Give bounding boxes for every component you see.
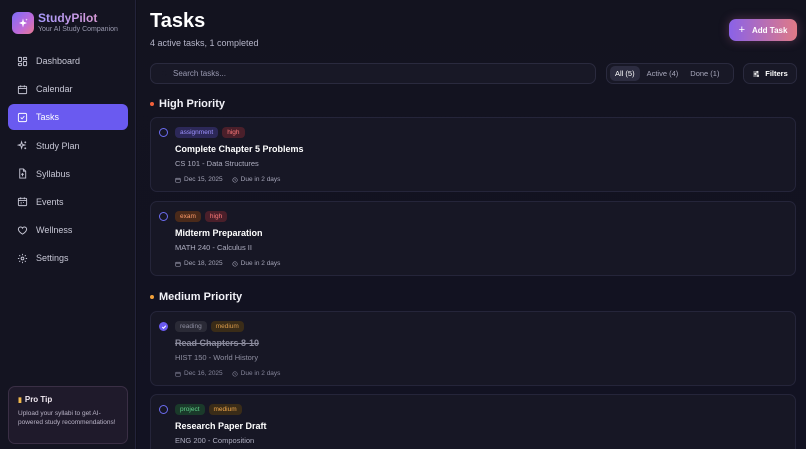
filters-label: Filters (765, 69, 788, 78)
task-course: CS 101 - Data Structures (175, 159, 259, 168)
pro-tip-title: Pro Tip (24, 395, 53, 404)
main-content: Tasks 4 active tasks, 1 completed + Add … (137, 0, 806, 449)
sidebar-item-label: Dashboard (36, 56, 81, 66)
calendar-icon (175, 261, 181, 267)
priority-badge: high (204, 211, 228, 222)
calendar-event-icon (17, 196, 28, 207)
search-icon (161, 70, 168, 77)
sidebar: StudyPilot Your AI Study Companion Dashb… (0, 0, 136, 449)
task-card[interactable]: exam high Midterm Preparation MATH 240 -… (150, 201, 796, 276)
pro-tip-card: ▮ Pro Tip Upload your syllabi to get AI-… (8, 386, 128, 444)
task-course: ENG 200 - Composition (175, 436, 255, 445)
sidebar-item-label: Calendar (36, 84, 73, 95)
task-checkbox[interactable] (159, 405, 168, 414)
sparkles-icon (17, 140, 28, 151)
search-bar (150, 63, 596, 84)
sidebar-nav: Dashboard Calendar Tasks Study Plan Syll… (8, 48, 128, 274)
checkmark-icon (161, 324, 166, 329)
gear-icon (17, 253, 28, 264)
task-card[interactable]: project medium Research Paper Draft ENG … (150, 394, 796, 449)
section-high-priority: High Priority (150, 98, 225, 110)
tab-active[interactable]: Active (4) (642, 66, 684, 81)
priority-dot-icon (150, 295, 154, 299)
sidebar-item-label: Settings (36, 253, 69, 264)
section-medium-priority: Medium Priority (150, 291, 242, 303)
lightbulb-icon: ▮ (18, 396, 22, 404)
sidebar-item-syllabus[interactable]: Syllabus (8, 161, 128, 187)
sidebar-item-label: Wellness (36, 225, 73, 236)
sliders-icon (753, 70, 760, 77)
task-date: Dec 18, 2025 (184, 260, 223, 267)
document-upload-icon (17, 168, 28, 179)
sidebar-item-events[interactable]: Events (8, 189, 128, 215)
dashboard-icon (17, 56, 28, 67)
page-subtitle: 4 active tasks, 1 completed (150, 38, 259, 48)
calendar-icon (175, 177, 181, 183)
task-due: Due in 2 days (240, 176, 281, 183)
clock-icon (232, 176, 238, 183)
sidebar-item-label: Study Plan (36, 140, 80, 151)
sidebar-item-tasks[interactable]: Tasks (8, 104, 128, 131)
task-title: Research Paper Draft (175, 421, 267, 431)
clock-icon (232, 260, 238, 267)
sidebar-item-label: Tasks (36, 112, 60, 123)
calendar-icon (17, 84, 28, 95)
task-due: Due in 2 days (240, 370, 281, 377)
filters-button[interactable]: Filters (743, 63, 797, 84)
task-checkbox[interactable] (159, 128, 168, 137)
priority-dot-icon (150, 102, 154, 106)
sidebar-item-label: Events (36, 196, 64, 207)
task-title: Midterm Preparation (175, 228, 263, 238)
sidebar-item-label: Syllabus (36, 168, 71, 179)
tasks-check-icon (17, 112, 28, 123)
task-checkbox-checked[interactable] (159, 322, 168, 331)
sidebar-item-study-plan[interactable]: Study Plan (8, 133, 128, 159)
sparkles-logo-icon (12, 12, 34, 34)
sidebar-item-calendar[interactable]: Calendar (8, 76, 128, 102)
sidebar-item-settings[interactable]: Settings (8, 245, 128, 271)
task-due: Due in 2 days (240, 260, 281, 267)
tab-all[interactable]: All (5) (610, 66, 640, 81)
task-course: MATH 240 - Calculus II (175, 243, 252, 252)
section-title: Medium Priority (159, 291, 243, 303)
category-badge: project (175, 404, 205, 415)
task-title: Complete Chapter 5 Problems (175, 144, 304, 154)
section-title: High Priority (159, 98, 226, 110)
heart-icon (17, 225, 28, 236)
clock-icon (232, 370, 238, 377)
sidebar-item-wellness[interactable]: Wellness (8, 217, 128, 243)
calendar-icon (175, 371, 181, 377)
task-checkbox[interactable] (159, 212, 168, 221)
task-date: Dec 15, 2025 (184, 176, 223, 183)
task-card[interactable]: assignment high Complete Chapter 5 Probl… (150, 117, 796, 192)
brand-tagline: Your AI Study Companion (38, 26, 118, 33)
pro-tip-body: Upload your syllabi to get AI-powered st… (18, 410, 116, 426)
search-input[interactable] (173, 69, 573, 78)
priority-badge: medium (210, 321, 244, 332)
priority-badge: high (222, 127, 245, 138)
brand[interactable]: StudyPilot Your AI Study Companion (12, 11, 118, 35)
priority-badge: medium (208, 404, 242, 415)
task-date: Dec 16, 2025 (184, 370, 223, 377)
filter-tabs: All (5) Active (4) Done (1) (606, 63, 734, 84)
page-title: Tasks (150, 10, 206, 32)
category-badge: exam (175, 211, 201, 222)
task-course: HIST 150 - World History (175, 353, 259, 362)
category-badge: assignment (175, 127, 219, 138)
add-task-button[interactable]: + Add Task (729, 19, 797, 41)
tab-done[interactable]: Done (1) (685, 66, 724, 81)
task-card[interactable]: reading medium Read Chapters 8-10 HIST 1… (150, 311, 796, 386)
add-task-label: Add Task (752, 25, 788, 35)
brand-name: StudyPilot (38, 11, 118, 25)
plus-icon: + (738, 24, 745, 36)
sidebar-item-dashboard[interactable]: Dashboard (8, 48, 128, 74)
category-badge: reading (175, 321, 207, 332)
task-title: Read Chapters 8-10 (175, 338, 260, 348)
